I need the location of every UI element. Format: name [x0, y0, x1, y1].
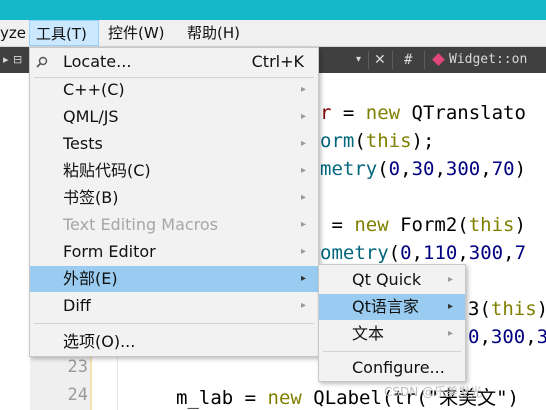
- menu-item-options[interactable]: 选项(O)...: [30, 329, 318, 355]
- menu-item-form-editor[interactable]: Form Editor ▸: [30, 239, 318, 265]
- submenu-arrow-icon: ▸: [447, 274, 453, 285]
- menu-widgets[interactable]: 控件(W): [108, 20, 165, 46]
- submenu-item-qt-quick[interactable]: Qt Quick ▸: [319, 267, 465, 293]
- symbol-selector[interactable]: Widget::on: [432, 47, 528, 73]
- tools-menu: Locate... Ctrl+K C++(C) ▸ QML/JS ▸ Tests ▸ …: [29, 47, 319, 357]
- code-line: = new Form2(this): [320, 214, 526, 236]
- code-line: metry(0,30,300,70): [320, 158, 527, 180]
- menu-item-label: Tests: [63, 134, 103, 153]
- code-line: 0,300,3: [468, 326, 546, 348]
- menu-item-bookmarks[interactable]: 书签(B) ▸: [30, 185, 318, 211]
- submenu-arrow-icon: ▸: [300, 138, 306, 149]
- menu-item-label: 外部(E): [63, 269, 118, 288]
- menu-help[interactable]: 帮助(H): [187, 20, 240, 46]
- separator: [34, 323, 314, 324]
- code-line: orm(this);: [320, 130, 435, 152]
- menu-item-label: Diff: [63, 296, 91, 315]
- menu-item-external[interactable]: 外部(E) ▸: [30, 266, 318, 292]
- function-icon: [432, 53, 445, 66]
- menu-item-locate[interactable]: Locate... Ctrl+K: [30, 49, 318, 75]
- submenu-item-text[interactable]: 文本 ▸: [319, 321, 465, 347]
- separator: [323, 351, 461, 352]
- menu-item-label: 书签(B): [63, 188, 119, 207]
- submenu-arrow-icon: ▸: [300, 84, 306, 95]
- submenu-arrow-icon: ▸: [447, 301, 453, 312]
- menu-item-tests[interactable]: Tests ▸: [30, 131, 318, 157]
- line-number: 23: [67, 357, 88, 377]
- split-icon[interactable]: ⊟: [13, 47, 22, 73]
- menu-bar: yze 工具(T) 控件(W) 帮助(H): [0, 20, 546, 47]
- menu-item-label: QML/JS: [63, 107, 119, 126]
- submenu-arrow-icon: ▸: [300, 111, 306, 122]
- code-line: ometry(0,110,300,7: [320, 242, 527, 264]
- menu-item-label: Qt语言家: [352, 297, 419, 316]
- menu-item-label: C++(C): [63, 80, 125, 99]
- line-number: 24: [67, 385, 88, 405]
- menu-item-label: Text Editing Macros: [63, 215, 219, 234]
- submenu-item-configure[interactable]: Configure...: [319, 355, 465, 381]
- symbol-label: Widget::on: [449, 52, 528, 67]
- submenu-item-qt-linguist[interactable]: Qt语言家 ▸: [319, 294, 465, 320]
- menu-item-label: Configure...: [352, 358, 445, 377]
- code-line: r = new QTranslato: [320, 102, 526, 124]
- shortcut-label: Ctrl+K: [251, 52, 304, 71]
- dropdown-arrow-icon[interactable]: ▾: [356, 47, 361, 73]
- menu-item-qmljs[interactable]: QML/JS ▸: [30, 104, 318, 130]
- menu-item-paste-code[interactable]: 粘贴代码(C) ▸: [30, 158, 318, 184]
- menu-item-label: Locate...: [63, 52, 132, 71]
- submenu-arrow-icon: ▸: [447, 328, 453, 339]
- submenu-arrow-icon: ▸: [300, 165, 306, 176]
- search-icon: [36, 56, 48, 68]
- nav-arrow-icon[interactable]: ▸: [3, 47, 9, 73]
- menu-item-label: 选项(O)...: [63, 332, 136, 351]
- submenu-arrow-icon: ▸: [300, 246, 306, 257]
- close-icon[interactable]: ✕: [374, 47, 386, 73]
- code-line: 3(this): [468, 298, 546, 320]
- menu-item-label: Qt Quick: [352, 270, 422, 289]
- submenu-arrow-icon: ▸: [300, 219, 306, 230]
- menu-tools[interactable]: 工具(T): [29, 20, 99, 46]
- submenu-arrow-icon: ▸: [300, 300, 306, 311]
- menu-item-label: Form Editor: [63, 242, 156, 261]
- external-submenu: Qt Quick ▸ Qt语言家 ▸ 文本 ▸ Configure...: [318, 264, 466, 382]
- menu-item-label: 文本: [352, 324, 385, 343]
- submenu-arrow-icon: ▸: [300, 273, 306, 284]
- menu-item-cpp[interactable]: C++(C) ▸: [30, 77, 318, 103]
- submenu-arrow-icon: ▸: [300, 192, 306, 203]
- menu-item-text-editing-macros: Text Editing Macros ▸: [30, 212, 318, 238]
- menu-item-label: 粘贴代码(C): [63, 161, 151, 180]
- watermark: CSDN @乐美发光: [384, 385, 483, 399]
- hash-symbol: #: [404, 52, 413, 68]
- title-strip: [0, 0, 546, 20]
- menu-analyze-fragment[interactable]: yze: [0, 20, 26, 46]
- menu-item-diff[interactable]: Diff ▸: [30, 293, 318, 319]
